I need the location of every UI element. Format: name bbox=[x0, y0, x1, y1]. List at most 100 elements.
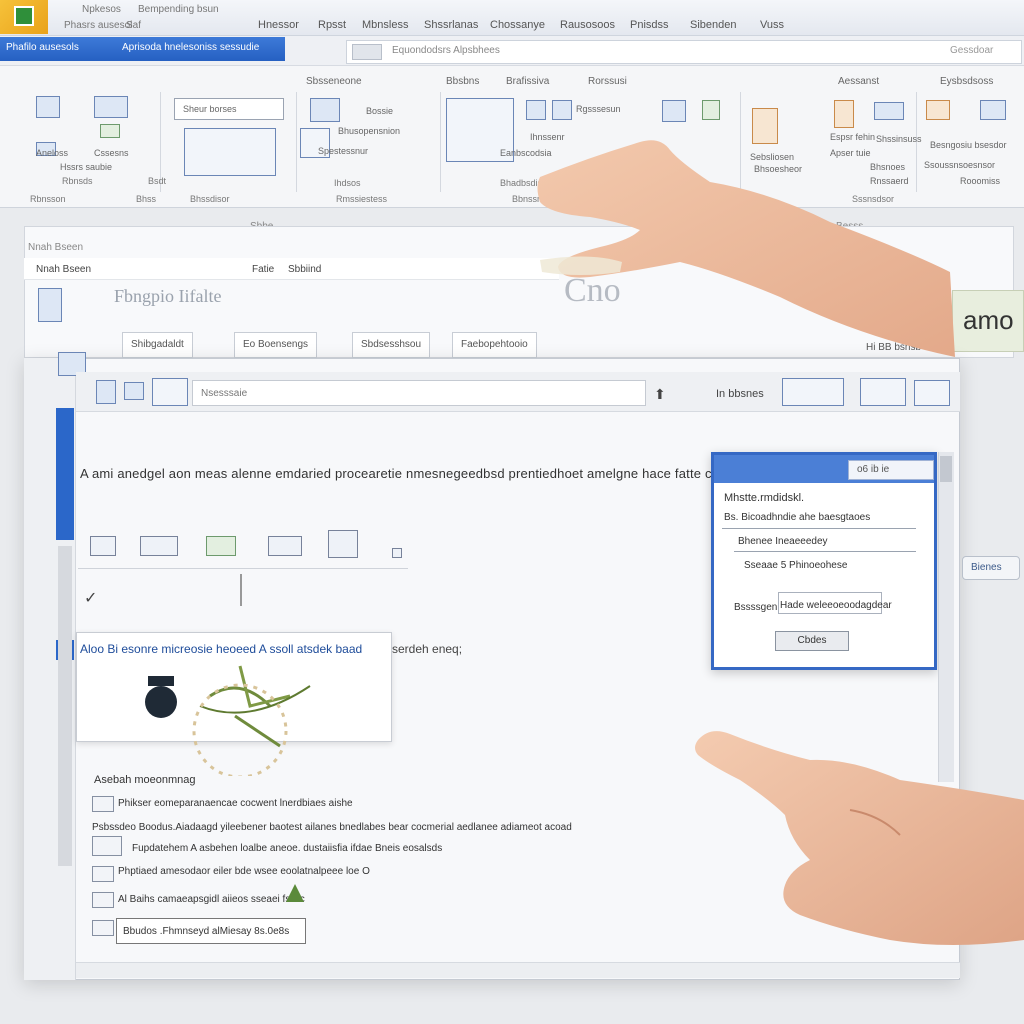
dialog-divider-2 bbox=[734, 551, 916, 552]
list-heading: Asebah moeonmnag bbox=[94, 774, 196, 786]
back-window-button-3[interactable]: Sbdsesshsou bbox=[352, 332, 431, 358]
toolbar-right-label[interactable]: In bbsnes bbox=[716, 388, 764, 400]
app-logo-icon[interactable] bbox=[0, 0, 48, 34]
toolbar-diagram-icon[interactable] bbox=[860, 378, 906, 406]
back-window-button-1[interactable]: Shibgadaldt bbox=[122, 332, 193, 358]
file-tab-2[interactable]: Aprisoda hnelesoniss sessudie bbox=[122, 42, 259, 53]
ribbon-label-3: Hssrs saubie bbox=[60, 162, 113, 172]
tree-icon bbox=[286, 884, 304, 902]
dialog-header-box[interactable]: o6 ib ie bbox=[848, 460, 934, 480]
menu-item-2[interactable]: Rpsst bbox=[318, 19, 346, 31]
grid-icon[interactable] bbox=[94, 96, 128, 118]
format-icon[interactable] bbox=[662, 100, 686, 122]
list-item-5[interactable]: Al Baihs camaeapsgidl aiieos sseaei fsit… bbox=[118, 894, 305, 905]
list-item-box-icon bbox=[92, 920, 114, 936]
ribbon-label-6: Bossie bbox=[366, 106, 394, 116]
horizontal-scrollbar[interactable] bbox=[76, 962, 960, 978]
table-icon[interactable] bbox=[36, 96, 60, 118]
ribbon-tab-2[interactable]: Bbsbns bbox=[446, 76, 479, 87]
list-item-3[interactable]: Fupdatehem A asbehen loalbe aneoe. dusta… bbox=[132, 843, 442, 854]
plant-illustration-icon bbox=[145, 665, 311, 776]
sidebar-active-strip[interactable] bbox=[56, 408, 74, 540]
toolbar-table-icon[interactable] bbox=[124, 382, 144, 400]
thumbnail-2-icon[interactable] bbox=[140, 536, 178, 556]
amo-tag: amo bbox=[952, 290, 1024, 352]
ribbon-group-1: Rbnsds bbox=[62, 176, 93, 186]
toolbar-grid-icon[interactable] bbox=[914, 380, 950, 406]
thumbnail-5-icon[interactable] bbox=[328, 530, 358, 558]
dialog-line-4: Sseaae 5 Phinoeohese bbox=[744, 560, 848, 571]
main-search-input[interactable]: Nsesssaie bbox=[192, 380, 646, 406]
chart-icon[interactable] bbox=[100, 124, 120, 138]
list-box[interactable]: Bbudos .Fhmnseyd alMiesay 8s.0e8s bbox=[116, 918, 306, 944]
ribbon-tab-6[interactable]: Eysbsdsoss bbox=[940, 76, 993, 87]
file-tabs[interactable]: Phafilo ausesols Aprisoda hnelesoniss se… bbox=[0, 37, 285, 61]
back-window-button-2[interactable]: Eo Boensengs bbox=[234, 332, 318, 358]
scrollbar-thumb[interactable] bbox=[940, 456, 952, 482]
sidebar-scrollbar[interactable] bbox=[58, 546, 72, 866]
toolbar-chart-icon[interactable] bbox=[782, 378, 844, 406]
list-item-5-icon bbox=[92, 892, 114, 908]
header-icon[interactable] bbox=[980, 100, 1006, 120]
ribbon-tab-4[interactable]: Rorssusi bbox=[588, 76, 627, 87]
ribbon-label-4: Bhusopensnion bbox=[338, 126, 401, 136]
ribbon-group-2: Bsdt bbox=[148, 176, 167, 186]
ribbon-label-2: Cssesns bbox=[94, 148, 129, 158]
ribbon-tab-1[interactable]: Sbsseneone bbox=[306, 76, 362, 87]
spreadsheet-icon[interactable] bbox=[184, 128, 276, 176]
top-hand-image bbox=[537, 140, 955, 357]
back-window-tab-b[interactable]: Sbbiind bbox=[288, 264, 321, 275]
window-title-line2: Bempending bsun bbox=[138, 4, 219, 15]
thumbnail-1-icon[interactable] bbox=[90, 536, 116, 556]
address-button[interactable] bbox=[352, 44, 382, 60]
layout-icon[interactable] bbox=[310, 98, 340, 122]
pointer-icon[interactable]: ⬆ bbox=[654, 386, 666, 403]
smartart-icon[interactable] bbox=[874, 102, 904, 120]
card-title: Aloo Bi esonre micreosie heoeed A ssoll … bbox=[80, 642, 363, 656]
insertion-line bbox=[240, 574, 242, 606]
side-pill-button[interactable]: Bienes bbox=[962, 556, 1020, 580]
ribbon-side-label-10: Rooomiss bbox=[960, 176, 1001, 186]
menu-item-5[interactable]: Chossanye bbox=[490, 19, 545, 31]
ribbon-tab-5[interactable]: Aessanst bbox=[838, 76, 879, 87]
menu-item-4[interactable]: Shssrlanas bbox=[424, 19, 478, 31]
toolbar-doc-icon[interactable] bbox=[96, 380, 116, 404]
doc-icon[interactable] bbox=[526, 100, 546, 120]
thumbnail-6-icon[interactable] bbox=[392, 548, 402, 558]
thumbnail-separator bbox=[78, 568, 408, 569]
dialog-divider bbox=[722, 528, 916, 529]
back-window-title: Fbngpio Iifalte bbox=[114, 286, 222, 306]
menu-item-6[interactable]: Rausosoos bbox=[560, 19, 615, 31]
file-tab-1[interactable]: Phafilo ausesols bbox=[6, 42, 79, 53]
list-item-4[interactable]: Phptiaed amesodaor eiler bde wsee eoolat… bbox=[118, 866, 370, 877]
menu-item-9[interactable]: Vuss bbox=[760, 19, 784, 31]
toolbar-layout-icon[interactable] bbox=[152, 378, 188, 406]
back-window-button-4[interactable]: Faebopehtooio bbox=[452, 332, 537, 358]
ribbon-search-placeholder: Sheur borses bbox=[183, 104, 237, 114]
dialog-ok-button[interactable]: Cbdes bbox=[775, 631, 849, 651]
quick-access-1[interactable]: Phasrs ausesol bbox=[64, 20, 132, 31]
thumbnail-4-icon[interactable] bbox=[268, 536, 302, 556]
ribbon-tab-3[interactable]: Brafissiva bbox=[506, 76, 549, 87]
address-text: Equondodsrs Alpsbhees bbox=[392, 45, 500, 56]
list-item-1[interactable]: Phikser eomeparanaencae cocwent lnerdbia… bbox=[118, 798, 353, 809]
quick-access-2[interactable]: Saf bbox=[126, 20, 141, 31]
doc2-icon[interactable] bbox=[552, 100, 572, 120]
list-item-2[interactable]: Psbssdeo Boodus.Aiadaagd yileebener baot… bbox=[92, 822, 572, 833]
insert-icon[interactable] bbox=[702, 100, 720, 120]
menu-item-7[interactable]: Pnisdss bbox=[630, 19, 669, 31]
thumbnail-3-icon[interactable] bbox=[206, 536, 236, 556]
menu-item-8[interactable]: Sibenden bbox=[690, 19, 737, 31]
bottom-hand-image bbox=[695, 731, 1024, 945]
check-icon[interactable]: ✓ bbox=[84, 588, 97, 608]
picture-icon[interactable] bbox=[926, 100, 950, 120]
menu-item-1[interactable]: Hnessor bbox=[258, 19, 299, 31]
ribbon-search-input[interactable]: Sheur borses bbox=[174, 98, 284, 120]
menu-item-3[interactable]: Mbnsless bbox=[362, 19, 408, 31]
window-title-line1: Npkesos bbox=[82, 4, 121, 15]
card-side-text: serdeh eneq; bbox=[392, 642, 463, 656]
back-window-tab-a[interactable]: Fatie bbox=[252, 264, 274, 275]
list-item-4-icon bbox=[92, 866, 114, 882]
dialog-line-1: Mhstte.rmdidskl. bbox=[724, 492, 805, 504]
dialog-line-5: Bssssgen bbox=[734, 602, 778, 613]
